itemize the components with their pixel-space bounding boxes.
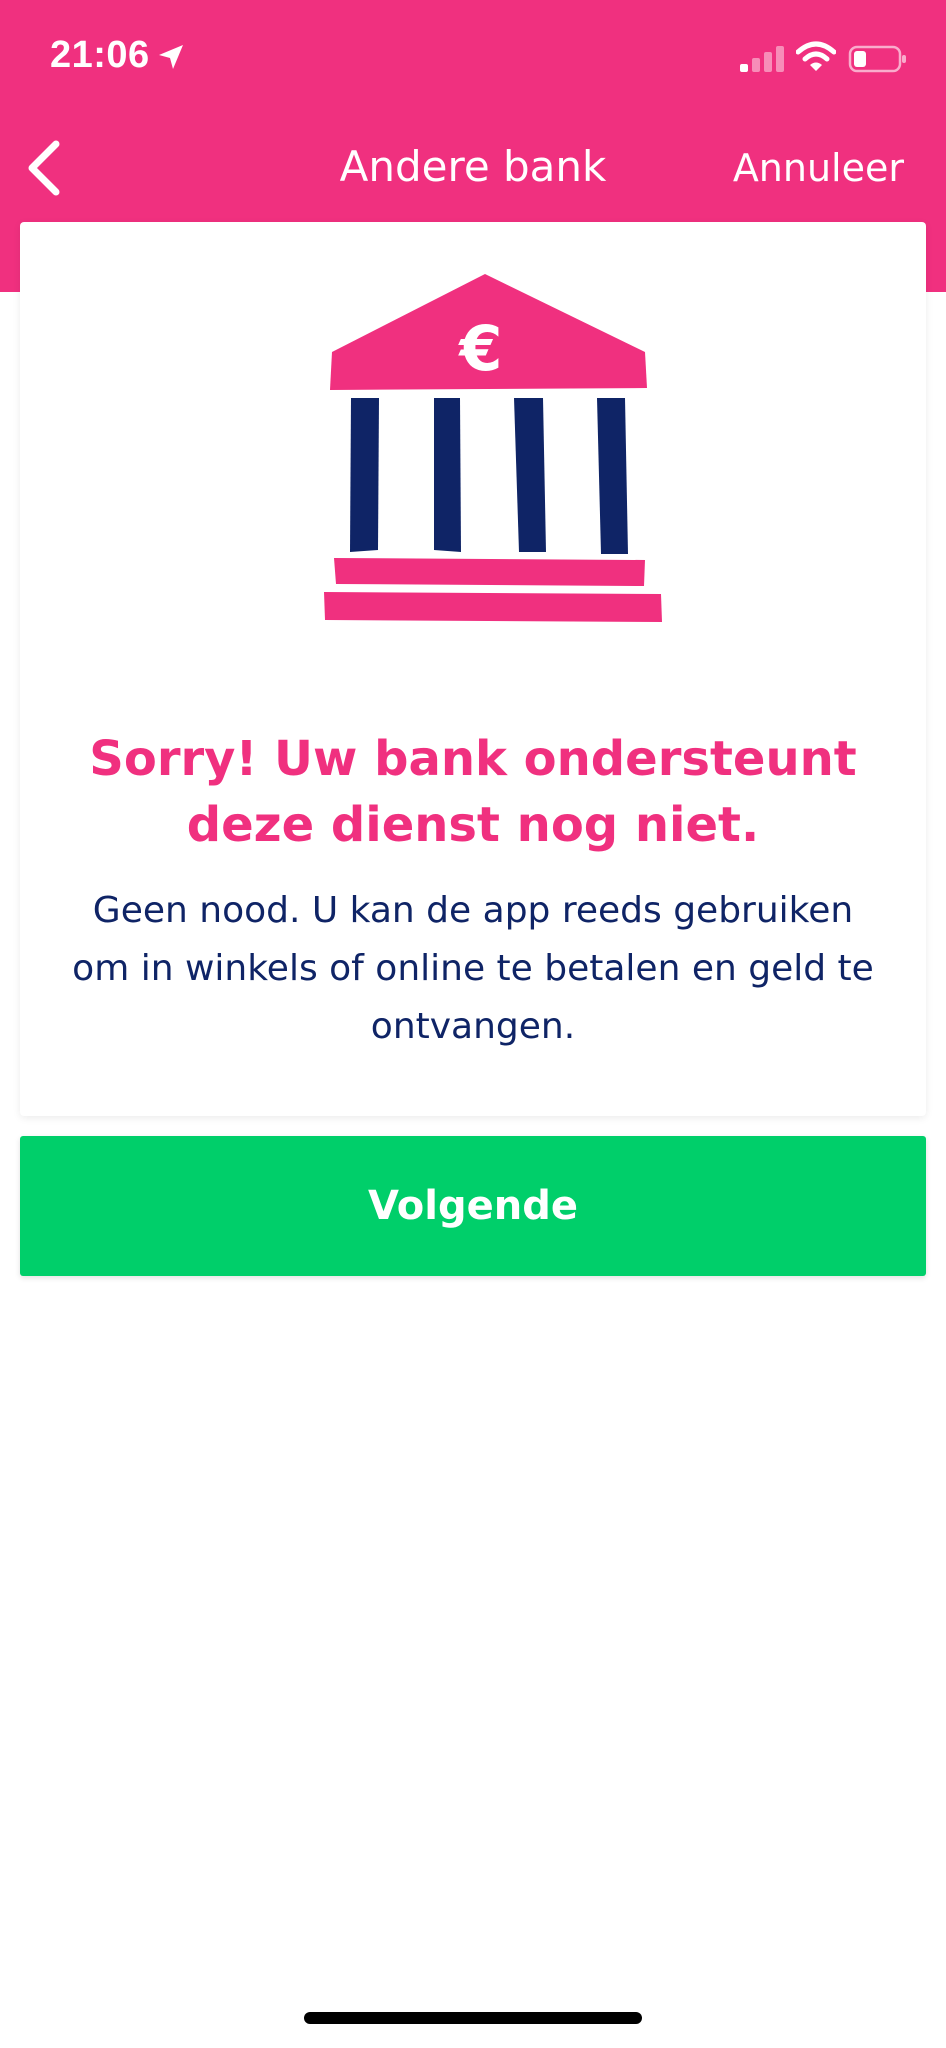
location-arrow-icon [159,45,183,69]
error-headline: Sorry! Uw bank ondersteunt deze dienst n… [89,731,857,853]
cancel-button[interactable]: Annuleer [733,146,904,190]
status-bar: 21:06 [0,0,946,118]
next-button[interactable]: Volgende [20,1136,926,1276]
status-time: 21:06 [50,34,150,76]
message-card: € Sorry! Uw bank ondersteunt deze dienst… [20,222,926,1116]
cellular-signal-icon [740,46,784,72]
navigation-bar: Andere bank Annuleer [0,118,946,218]
bank-building-euro-icon: € [324,274,662,622]
svg-text:€: € [457,312,502,385]
screen: 21:06 Andere bank Annuleer € Sorry! Uw b… [0,0,946,2048]
info-text: Geen nood. U kan de app reeds gebruiken … [72,890,874,1047]
battery-icon [848,45,906,73]
home-indicator[interactable] [304,2012,642,2024]
wifi-icon [796,41,836,71]
